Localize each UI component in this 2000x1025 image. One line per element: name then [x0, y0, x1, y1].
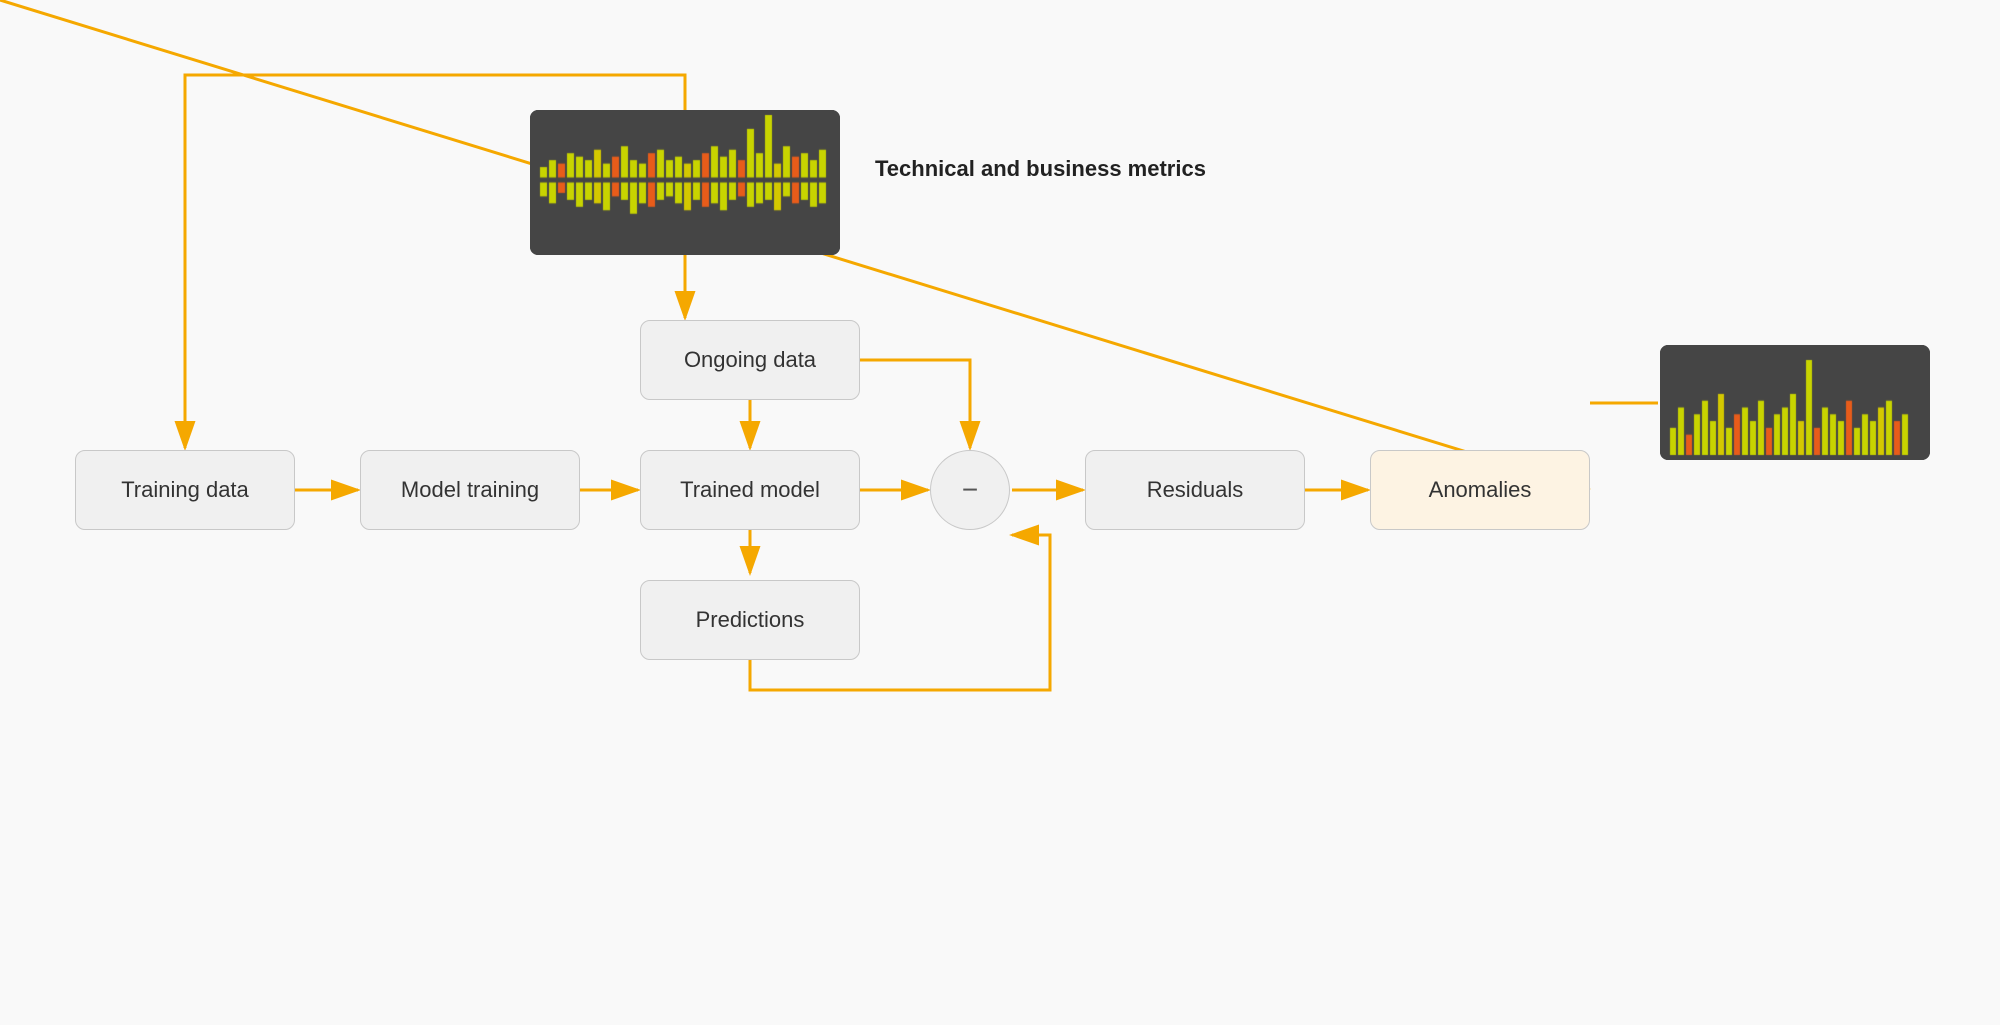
subtract-circle: − — [930, 450, 1010, 530]
training-data-box: Training data — [75, 450, 295, 530]
technical-metrics-label: Technical and business metrics — [875, 155, 1206, 184]
right-chart — [1660, 345, 1930, 460]
predictions-box: Predictions — [640, 580, 860, 660]
ongoing-data-box: Ongoing data — [640, 320, 860, 400]
top-chart — [530, 110, 840, 255]
trained-model-box: Trained model — [640, 450, 860, 530]
residuals-box: Residuals — [1085, 450, 1305, 530]
anomalies-box: Anomalies — [1370, 450, 1590, 530]
diagram-container: Technical and business metrics Training … — [0, 0, 2000, 1025]
model-training-box: Model training — [360, 450, 580, 530]
